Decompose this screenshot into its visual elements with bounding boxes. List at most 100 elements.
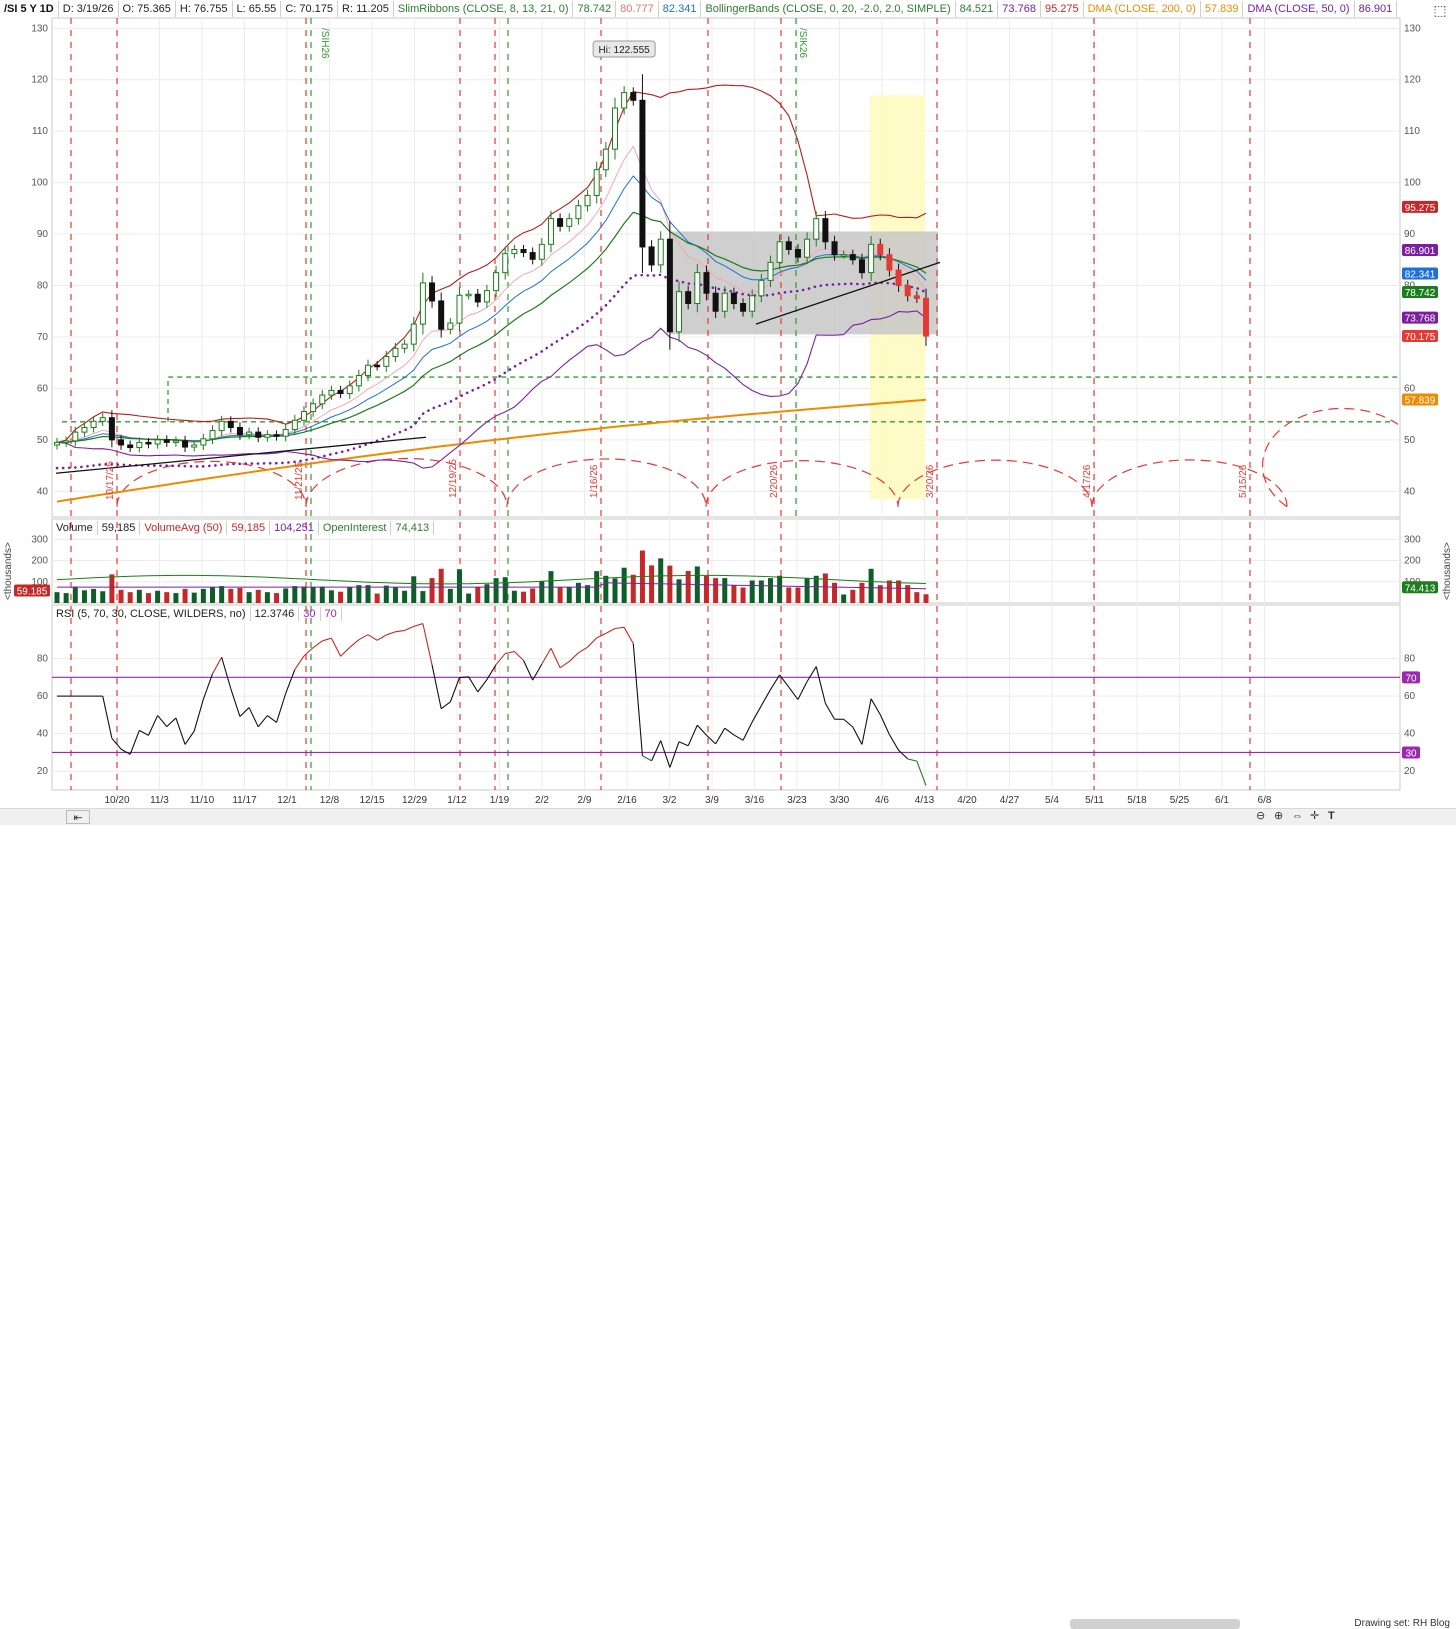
cycle-arc	[506, 458, 707, 507]
volume-bar	[886, 580, 892, 603]
candle-body	[886, 254, 893, 271]
volume-bar	[365, 585, 371, 603]
candle-body	[54, 441, 60, 446]
volume-bar	[731, 585, 737, 603]
candle-body	[255, 431, 262, 438]
price-tag-text: 70.175	[1405, 332, 1436, 343]
rsi-segment	[276, 693, 287, 723]
volume-bar	[804, 578, 810, 603]
volume-bar	[603, 575, 609, 603]
volume-bar	[786, 587, 792, 603]
rsi-label[interactable]: RSI (5, 70, 30, CLOSE, WILDERS, no)	[52, 607, 251, 621]
rsi-tag-text: 30	[1405, 748, 1417, 759]
candle-body	[319, 394, 326, 405]
rsi-segment	[349, 639, 360, 648]
rsi-segment	[505, 650, 515, 655]
date-tick-label: 12/8	[320, 795, 340, 806]
price-tag-text: 95.275	[1405, 203, 1436, 214]
date-tick-label: 4/20	[957, 795, 977, 806]
chart-canvas[interactable]: 10/20 11/3 11/10 11/17 12/1 12/8 12/15 12/29 1/1…	[0, 0, 1456, 808]
rsi-segment	[120, 748, 131, 755]
volume-bar	[530, 588, 536, 603]
volume-bar	[283, 588, 289, 603]
volume-bar	[850, 589, 856, 603]
candle-body	[72, 431, 79, 442]
pan-icon[interactable]: ⇔	[1292, 809, 1303, 823]
text-tool-icon[interactable]: T	[1328, 809, 1335, 823]
candle-body	[666, 238, 673, 333]
rsi-segment	[413, 623, 424, 627]
rsi-segment	[468, 676, 479, 693]
price-tag-text: 82.341	[1405, 269, 1436, 280]
candle-body	[840, 254, 847, 257]
price-tick-left: 80	[37, 281, 49, 292]
candle-body	[602, 148, 609, 171]
volume-bar	[63, 593, 69, 603]
rsi-segment	[568, 652, 579, 662]
volume-bar	[822, 573, 828, 603]
candle-body	[630, 92, 637, 101]
drawing-set-label[interactable]: Drawing set: RH Blog	[1354, 1618, 1450, 1629]
candle-body	[236, 426, 243, 436]
candle-body	[346, 385, 353, 395]
candle-body	[520, 248, 527, 254]
date-tick-label: 3/9	[705, 795, 719, 806]
openinterest-label[interactable]: OpenInterest	[319, 521, 392, 535]
rsi-tick-right: 60	[1404, 691, 1416, 702]
volume-bar	[502, 577, 508, 603]
candle-body	[758, 279, 765, 297]
candle-body	[392, 347, 399, 357]
rsi-segment	[267, 715, 277, 723]
price-tick-right: 90	[1404, 229, 1416, 240]
candle-body	[465, 293, 472, 297]
price-tick-right: 50	[1404, 435, 1416, 446]
volumeavg-value-2: 104,251	[270, 521, 319, 535]
volume-bar	[328, 590, 334, 603]
date-tick-label: 1/19	[490, 795, 510, 806]
volume-bar	[164, 592, 170, 603]
volume-bar	[585, 585, 591, 603]
zoom-out-icon[interactable]: ⊖	[1256, 809, 1265, 823]
rsi-segment	[898, 749, 909, 760]
price-tick-left: 70	[37, 332, 49, 343]
volume-units-left: <thousands>	[3, 542, 14, 600]
volume-bar	[841, 594, 847, 603]
candle-body	[291, 419, 298, 431]
date-tick-label: 2/16	[617, 795, 637, 806]
volumeavg-label[interactable]: VolumeAvg (50)	[140, 521, 228, 535]
candle-body	[438, 300, 445, 330]
date-tick-label: 1/12	[447, 795, 467, 806]
date-tick-label: 4/6	[875, 795, 889, 806]
crosshair-icon[interactable]: ✛	[1310, 809, 1319, 823]
rsi-segment	[715, 727, 726, 745]
price-tick-left: 40	[37, 486, 49, 497]
candle-body	[118, 439, 125, 446]
candle-body	[794, 248, 801, 258]
candle-body	[804, 238, 811, 258]
volume-bar	[411, 576, 417, 603]
volume-header: Volume 59,185 VolumeAvg (50) 59,185 104,…	[52, 521, 435, 535]
expand-arrow-icon[interactable]: ⇤	[66, 810, 90, 824]
volume-bar	[383, 585, 389, 603]
zoom-in-icon[interactable]: ⊕	[1274, 809, 1283, 823]
candle-body	[328, 389, 335, 396]
volume-bar	[246, 592, 252, 603]
price-tag-text: 78.742	[1405, 288, 1436, 299]
candle-body	[730, 292, 737, 305]
candle-body	[593, 169, 600, 196]
candle-body	[246, 431, 253, 436]
volume-bar	[310, 587, 316, 603]
rsi-tick-right: 20	[1404, 766, 1416, 777]
candle-body	[383, 355, 390, 367]
roll-label: /SIH26	[319, 28, 330, 59]
horizontal-scrollbar[interactable]	[1070, 1619, 1240, 1629]
candle-body	[557, 218, 564, 227]
volume-bar	[438, 568, 444, 603]
volume-bar	[200, 588, 206, 603]
rsi-segment	[587, 637, 598, 648]
volume-bar	[749, 580, 755, 603]
volume-label[interactable]: Volume	[52, 521, 98, 535]
rsi-segment	[459, 676, 469, 679]
candle-body	[474, 293, 481, 303]
volume-bar	[210, 587, 216, 603]
